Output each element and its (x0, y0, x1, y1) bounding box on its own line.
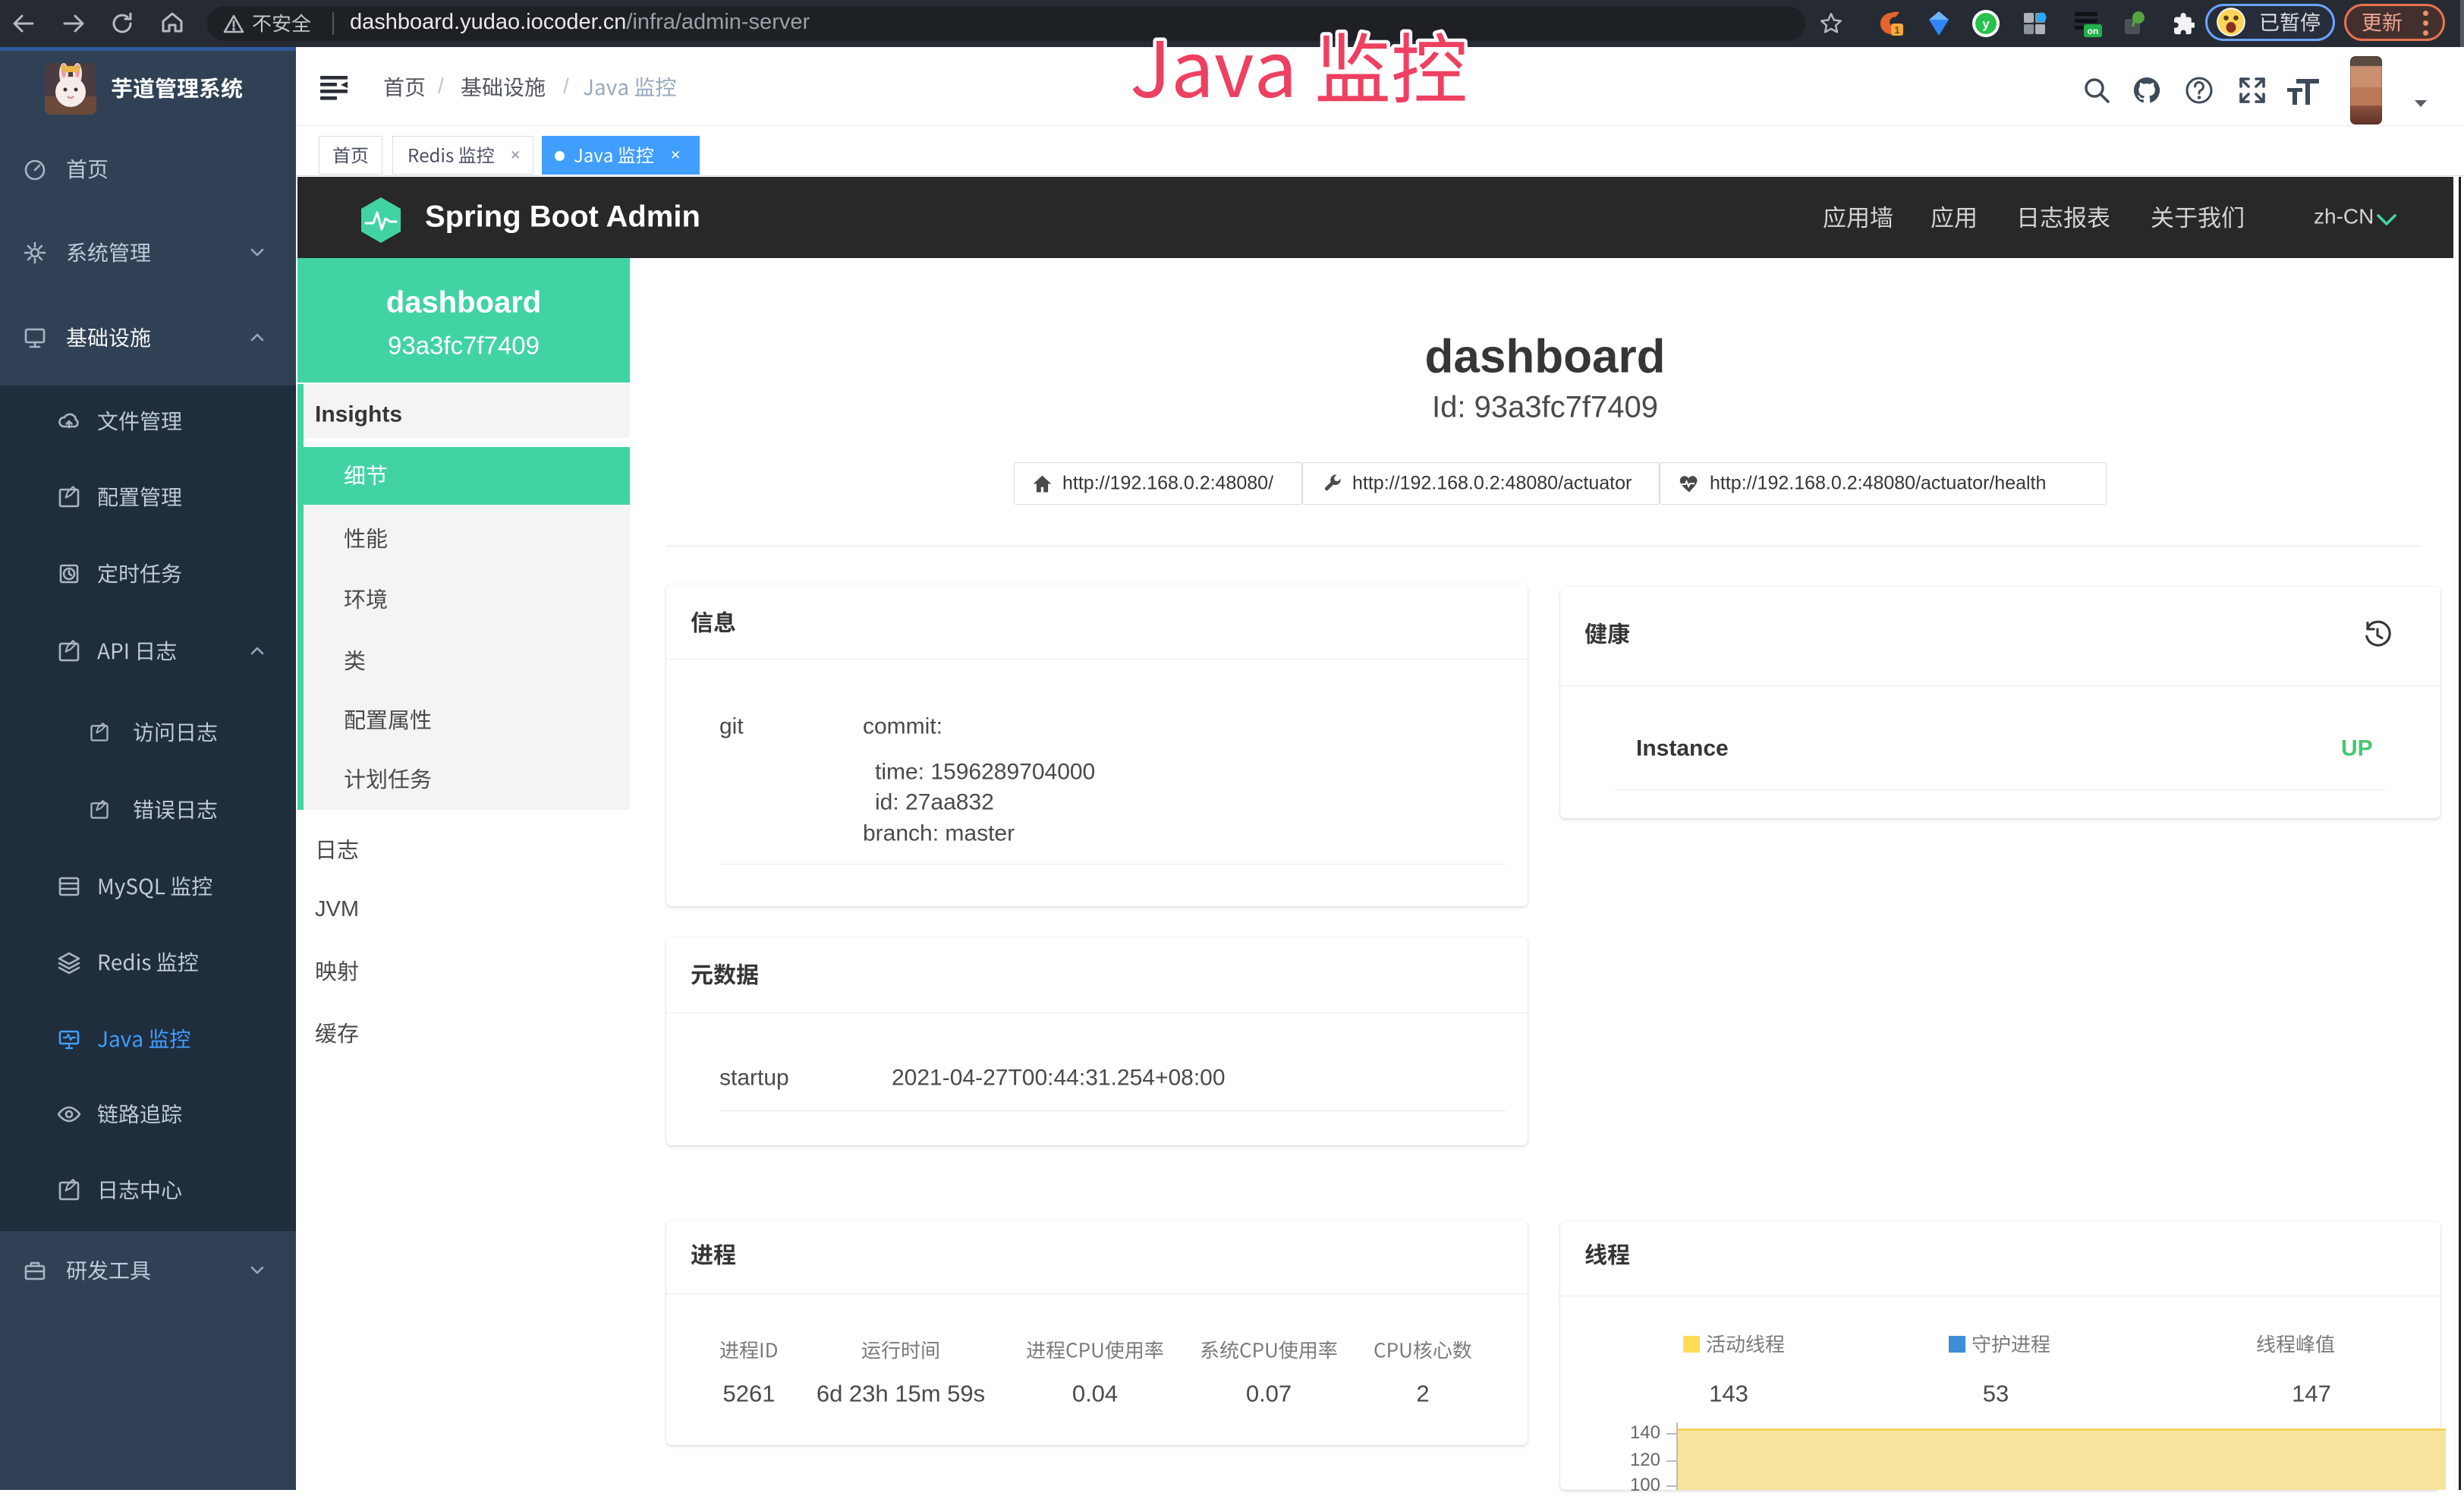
svg-text:1: 1 (1894, 24, 1899, 36)
svg-text:y: y (1982, 17, 1990, 31)
svg-text:on: on (2088, 26, 2099, 36)
